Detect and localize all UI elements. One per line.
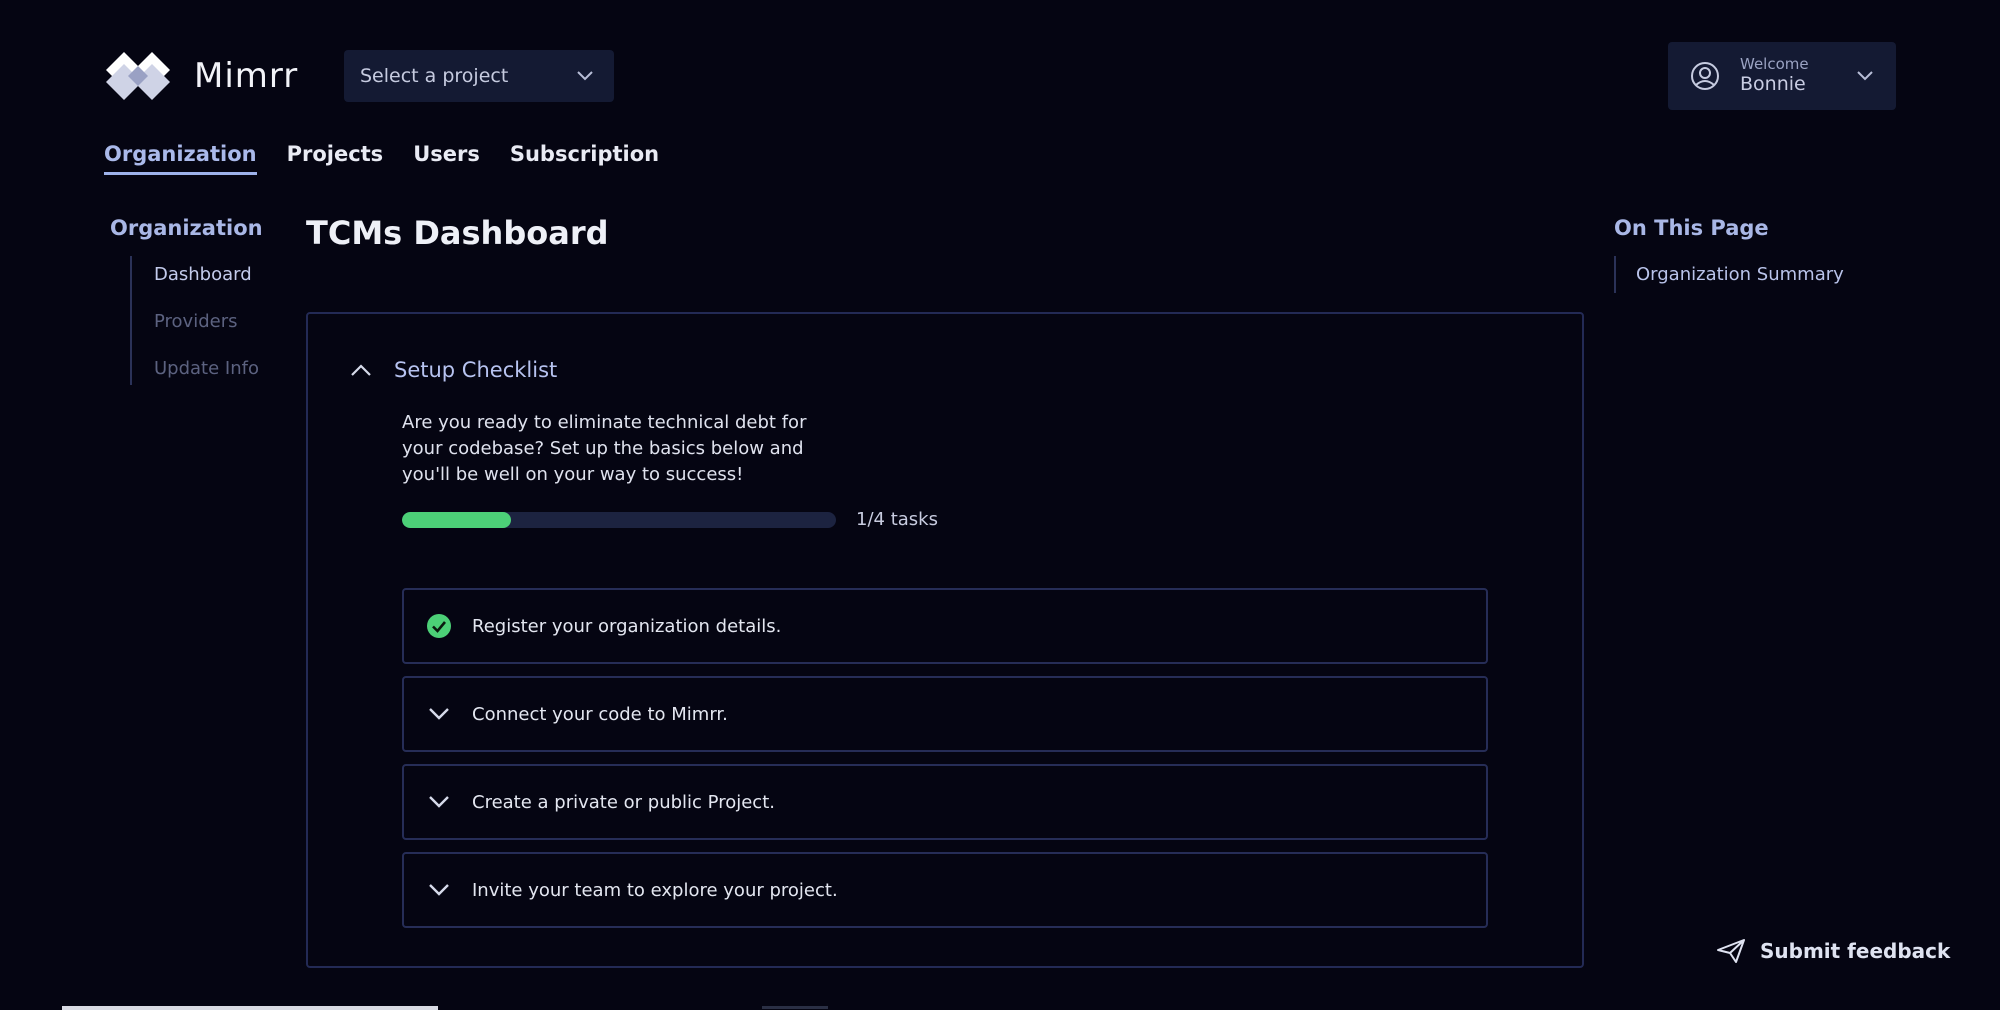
topnav-organization[interactable]: Organization <box>104 142 257 175</box>
sidenav: Dashboard Providers Update Info <box>130 256 259 385</box>
check-circle-icon <box>427 614 451 638</box>
task-connect-code[interactable]: Connect your code to Mimrr. <box>402 676 1488 752</box>
submit-feedback-button[interactable]: Submit feedback <box>1716 938 1950 964</box>
user-avatar-icon <box>1691 62 1719 90</box>
user-welcome: Welcome <box>1740 55 1809 74</box>
topnav-projects[interactable]: Projects <box>287 142 384 175</box>
horizontal-scrollbar-thumb[interactable] <box>62 1006 438 1010</box>
scrollbar-marker <box>762 1006 828 1009</box>
task-register-organization[interactable]: Register your organization details. <box>402 588 1488 664</box>
chevron-up-icon <box>351 364 371 376</box>
topnav-subscription[interactable]: Subscription <box>510 142 659 175</box>
toc-item-organization-summary[interactable]: Organization Summary <box>1636 264 1844 285</box>
setup-checklist-toggle[interactable]: Setup Checklist <box>350 358 557 382</box>
setup-checklist-card: Setup Checklist Are you ready to elimina… <box>306 312 1584 968</box>
mimrr-logo-icon <box>106 52 170 100</box>
sidenav-title: Organization <box>110 216 263 240</box>
task-label: Connect your code to Mimrr. <box>472 703 728 725</box>
setup-progress-label: 1/4 tasks <box>856 509 938 530</box>
task-create-project[interactable]: Create a private or public Project. <box>402 764 1488 840</box>
setup-progress-fill <box>402 512 511 528</box>
toc-title: On This Page <box>1614 216 1769 240</box>
chevron-down-icon <box>577 71 593 81</box>
task-label: Invite your team to explore your project… <box>472 879 838 901</box>
project-select-placeholder: Select a project <box>360 65 509 87</box>
task-label: Register your organization details. <box>472 615 782 637</box>
chevron-down-icon <box>429 796 449 808</box>
setup-checklist-title: Setup Checklist <box>394 358 558 382</box>
toc: Organization Summary <box>1614 256 1844 293</box>
task-label: Create a private or public Project. <box>472 791 775 813</box>
chevron-down-icon <box>429 884 449 896</box>
submit-feedback-label: Submit feedback <box>1760 939 1951 963</box>
sidenav-item-update-info[interactable]: Update Info <box>154 358 259 379</box>
sidenav-item-providers[interactable]: Providers <box>154 311 259 332</box>
user-name: Bonnie <box>1740 72 1806 95</box>
chevron-down-icon <box>429 708 449 720</box>
sidenav-item-dashboard[interactable]: Dashboard <box>154 264 259 285</box>
topnav-users[interactable]: Users <box>413 142 480 175</box>
app-logo[interactable]: Mimrr <box>104 50 298 102</box>
setup-progress-bar <box>402 512 836 528</box>
project-select[interactable]: Select a project <box>344 50 614 102</box>
user-menu[interactable]: Welcome Bonnie <box>1668 42 1896 110</box>
top-nav: Organization Projects Users Subscription <box>104 142 659 175</box>
task-invite-team[interactable]: Invite your team to explore your project… <box>402 852 1488 928</box>
user-info: Welcome Bonnie <box>1740 56 1856 95</box>
app-name: Mimrr <box>194 56 299 96</box>
setup-checklist-description: Are you ready to eliminate technical deb… <box>402 412 807 485</box>
send-icon <box>1717 939 1745 963</box>
page-title: TCMs Dashboard <box>306 214 609 252</box>
chevron-down-icon <box>1857 71 1873 81</box>
